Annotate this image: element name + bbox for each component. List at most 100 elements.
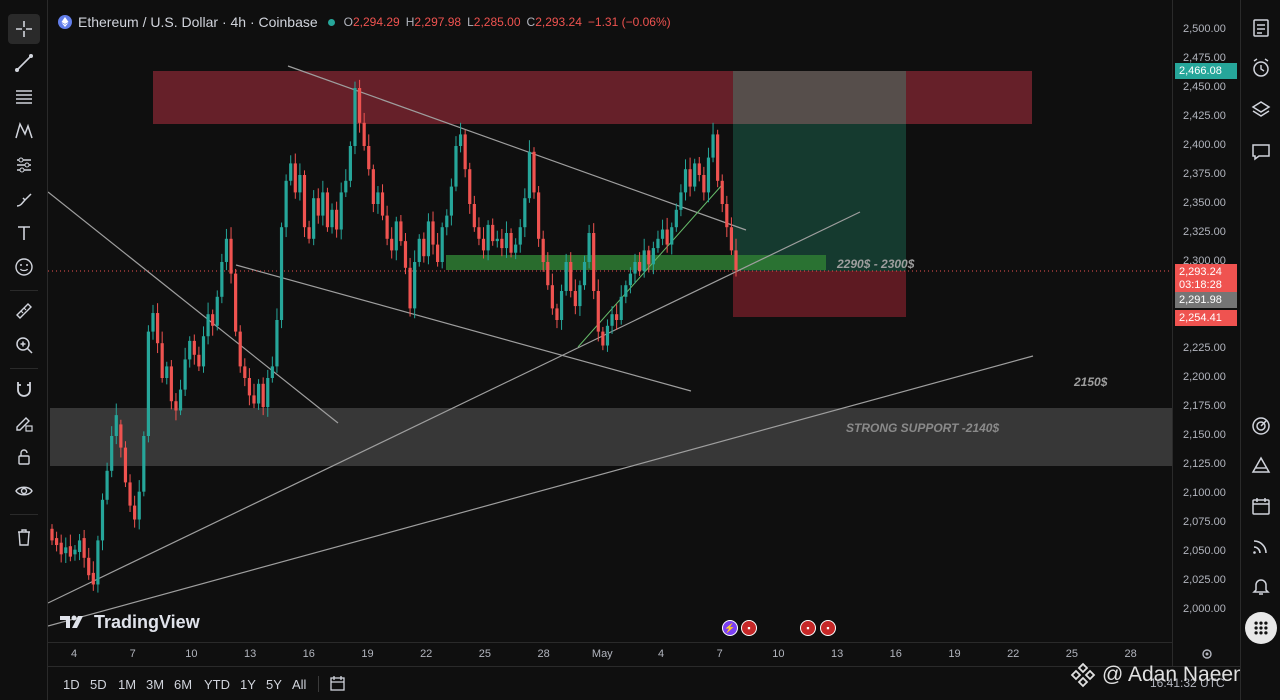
left-toolbar	[0, 0, 48, 700]
ruler-icon[interactable]	[8, 296, 40, 326]
time-tick: 13	[243, 648, 257, 660]
date-range-icon[interactable]	[329, 675, 346, 692]
crosshair-icon[interactable]	[8, 14, 40, 44]
candle-body	[330, 209, 334, 228]
candle-body	[119, 424, 123, 448]
lock-drawing-icon[interactable]	[8, 408, 40, 438]
symbol-legend[interactable]: Ethereum / U.S. Dollar · 4h · Coinbase O…	[58, 12, 677, 32]
candle-body	[688, 169, 692, 187]
candle-body	[183, 359, 187, 390]
range-3m[interactable]: 3M	[146, 677, 164, 692]
signal-icon[interactable]	[1247, 532, 1275, 560]
candle-body	[436, 244, 440, 262]
us-event-icon[interactable]: ▪	[820, 620, 836, 636]
magnet-icon[interactable]	[8, 374, 40, 404]
candle-body	[504, 233, 509, 249]
time-axis[interactable]: 4 7 10 13 16 19 22 25 28 May 4 7 10 13 16 19 22 25 28	[48, 642, 1212, 666]
price-chart[interactable]	[48, 0, 1172, 666]
range-1d[interactable]: 1D	[63, 677, 80, 692]
candle-body	[734, 250, 738, 271]
candle-body	[123, 447, 128, 483]
author-credit: @ Adan Naeem	[1070, 662, 1251, 688]
zoom-in-icon[interactable]	[8, 330, 40, 360]
candle-body	[197, 354, 201, 367]
range-5d[interactable]: 5D	[90, 677, 107, 692]
apps-icon[interactable]	[1245, 612, 1277, 644]
us-event-icon[interactable]: ▪	[741, 620, 757, 636]
time-tick: May	[591, 648, 613, 660]
calendar-icon[interactable]	[1247, 492, 1275, 520]
lock-icon[interactable]	[8, 442, 40, 472]
candle-body	[142, 436, 146, 492]
candle-body	[468, 169, 472, 204]
price-tick: 2,125.00	[1183, 458, 1226, 470]
candle-body	[325, 192, 330, 228]
level-label[interactable]: 2150$	[1074, 375, 1107, 389]
symbol-title[interactable]: Ethereum / U.S. Dollar · 4h · Coinbase	[78, 14, 318, 30]
triangle-icon[interactable]	[1247, 452, 1275, 480]
candle-body	[633, 262, 637, 274]
candle-body	[495, 238, 499, 242]
candle-body	[431, 221, 435, 245]
watchlist-icon[interactable]	[1247, 14, 1275, 42]
price-axis[interactable]: 2,500.00 2,475.00 2,450.00 2,425.00 2,400.00…	[1172, 0, 1240, 666]
bottom-toolbar: 1D 5D 1M 3M 6M YTD 1Y 5Y All	[48, 666, 1240, 700]
dividends-event-icon[interactable]: ⚡	[722, 620, 738, 636]
range-ytd[interactable]: YTD	[204, 677, 230, 692]
chart-pane[interactable]	[48, 0, 1172, 666]
forecast-icon[interactable]	[8, 150, 40, 180]
candle-body	[463, 134, 467, 170]
price-tick: 2,075.00	[1183, 516, 1226, 528]
high-label: H	[405, 15, 415, 29]
range-6m[interactable]: 6M	[174, 677, 192, 692]
candle-body	[651, 248, 655, 265]
trash-icon[interactable]	[8, 522, 40, 552]
toolbar-divider	[10, 514, 38, 515]
candle-body	[518, 227, 522, 245]
alerts-icon[interactable]	[1247, 54, 1275, 82]
lower-trendline	[235, 264, 692, 392]
candle-body	[601, 331, 605, 346]
candle-body	[564, 262, 568, 291]
pattern-icon[interactable]	[8, 116, 40, 146]
candle-body	[702, 175, 706, 193]
us-event-icon[interactable]: ▪	[800, 620, 816, 636]
candle-body	[234, 273, 238, 332]
entry-zone-label[interactable]: 2290$ - 2300$	[837, 257, 914, 271]
target-icon[interactable]	[1247, 412, 1275, 440]
text-icon[interactable]	[8, 218, 40, 248]
time-tick: 28	[1124, 648, 1137, 660]
layers-icon[interactable]	[1247, 96, 1275, 124]
candle-body	[266, 378, 270, 407]
diagonal-downtrend	[48, 191, 339, 424]
candle-body	[247, 378, 251, 396]
brush-icon[interactable]	[8, 184, 40, 214]
candle-body	[582, 262, 587, 286]
price-tick: 2,400.00	[1183, 139, 1226, 151]
fib-retracement-icon[interactable]	[8, 82, 40, 112]
range-1m[interactable]: 1M	[118, 677, 136, 692]
candle-body	[679, 192, 683, 210]
range-5y[interactable]: 5Y	[266, 677, 282, 692]
range-all[interactable]: All	[292, 677, 306, 692]
candle-body	[445, 215, 449, 228]
candle-body	[155, 313, 160, 344]
bell-icon[interactable]	[1247, 572, 1275, 600]
candle-body	[256, 383, 261, 404]
price-tick: 2,175.00	[1183, 400, 1226, 412]
target-price-label: 2,466.08	[1175, 63, 1237, 79]
emoji-icon[interactable]	[8, 252, 40, 282]
stop-zone	[733, 271, 906, 317]
candle-body	[509, 233, 513, 253]
range-1y[interactable]: 1Y	[240, 677, 256, 692]
trendline-icon[interactable]	[8, 48, 40, 78]
candle-body	[458, 134, 463, 146]
time-tick: 25	[1065, 648, 1079, 660]
time-tick: 10	[772, 648, 785, 660]
tradingview-logo-icon	[60, 615, 83, 628]
support-zone-label[interactable]: STRONG SUPPORT -2140$	[846, 421, 999, 435]
chat-icon[interactable]	[1247, 138, 1275, 166]
candle-body	[261, 383, 265, 407]
candle-body	[165, 366, 169, 378]
eye-icon[interactable]	[8, 476, 40, 506]
